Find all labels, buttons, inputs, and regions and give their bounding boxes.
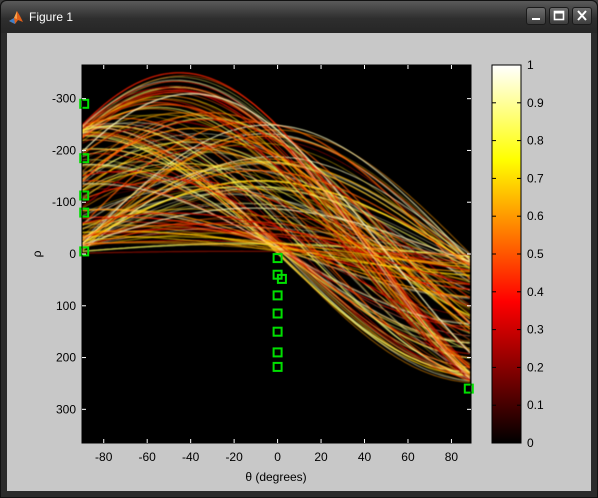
x-tick-label: 20 bbox=[314, 450, 328, 464]
colorbar-tick-label: 0.3 bbox=[527, 323, 544, 337]
colorbar-tick-label: 0.5 bbox=[527, 247, 544, 261]
title-bar[interactable]: Figure 1 bbox=[1, 1, 597, 33]
x-tick-label: 60 bbox=[401, 450, 415, 464]
colorbar-tick-label: 0.8 bbox=[527, 134, 544, 148]
x-tick-label: -20 bbox=[225, 450, 243, 464]
minimize-icon bbox=[532, 18, 540, 20]
colorbar bbox=[492, 65, 521, 443]
colorbar-tick-label: 0 bbox=[527, 436, 534, 450]
x-tick-label: -60 bbox=[139, 450, 157, 464]
figure-canvas: -80 -60 -40 -20 0 20 40 60 80 -300 -200 -100 0 100 20… bbox=[7, 33, 591, 491]
x-tick-label: 80 bbox=[445, 450, 459, 464]
y-tick-label: 200 bbox=[56, 351, 76, 365]
maximize-icon bbox=[553, 10, 565, 21]
x-tick-label: -40 bbox=[182, 450, 200, 464]
y-axis-label: ρ bbox=[30, 250, 44, 257]
figure-svg: -80 -60 -40 -20 0 20 40 60 80 -300-200-100010020… bbox=[30, 58, 544, 484]
y-tick-label: 0 bbox=[69, 247, 76, 261]
matlab-logo-icon bbox=[9, 11, 23, 24]
y-tick-label: -200 bbox=[52, 143, 76, 157]
x-tick-label: -80 bbox=[95, 450, 113, 464]
x-tick-label: 40 bbox=[358, 450, 372, 464]
colorbar-tick-label: 0.2 bbox=[527, 360, 544, 374]
colorbar-tick-label: 0.7 bbox=[527, 171, 544, 185]
y-tick-label: 300 bbox=[56, 402, 76, 416]
colorbar-tick-label: 1 bbox=[527, 58, 534, 72]
colorbar-tick-label: 0.4 bbox=[527, 285, 544, 299]
maximize-button[interactable] bbox=[549, 7, 569, 25]
close-button[interactable] bbox=[572, 7, 592, 25]
y-tick-label: -100 bbox=[52, 195, 76, 209]
figure-window: Figure 1 -80 -60 -40 -20 0 20 40 60 80 -… bbox=[0, 0, 598, 498]
x-tick-label: 0 bbox=[274, 450, 281, 464]
colorbar-tick-label: 0.9 bbox=[527, 96, 544, 110]
close-icon bbox=[577, 10, 587, 21]
minimize-button[interactable] bbox=[526, 7, 546, 25]
y-tick-label: -300 bbox=[52, 92, 76, 106]
window-title: Figure 1 bbox=[29, 10, 74, 24]
y-tick-label: 100 bbox=[56, 299, 76, 313]
colorbar-tick-label: 0.1 bbox=[527, 398, 544, 412]
x-axis-label: θ (degrees) bbox=[245, 470, 306, 484]
colorbar-tick-label: 0.6 bbox=[527, 209, 544, 223]
